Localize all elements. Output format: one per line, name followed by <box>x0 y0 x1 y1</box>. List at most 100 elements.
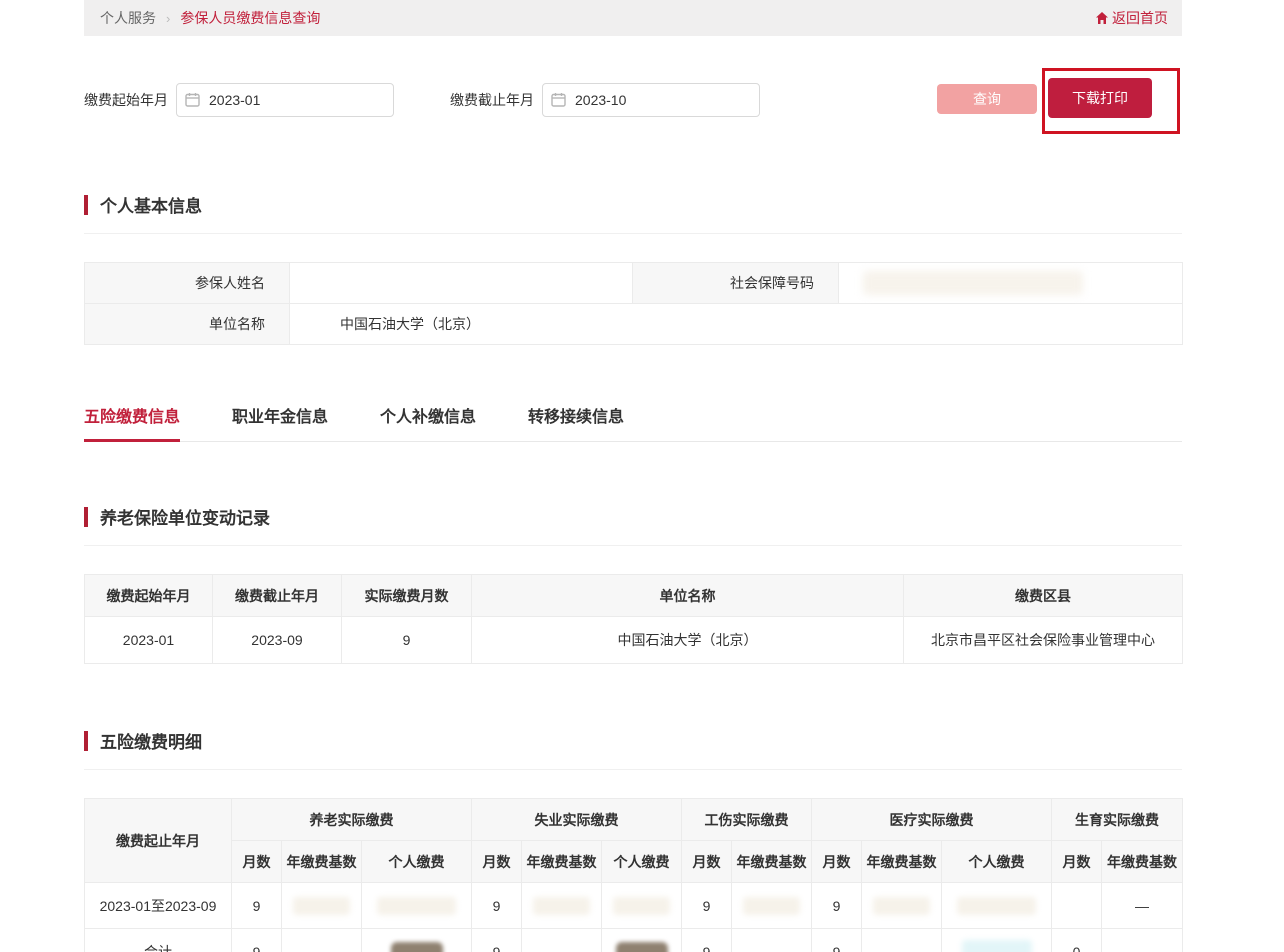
table-row-total: 合计 9 ------ 9 ------ 9 ------ 9 ------ 0… <box>85 929 1183 952</box>
breadcrumb-bar: 个人服务 › 参保人员缴费信息查询 返回首页 <box>84 0 1182 36</box>
personal-cell <box>942 929 1052 952</box>
redacted-value <box>962 940 1032 952</box>
personal-cell <box>362 883 472 929</box>
divider <box>84 233 1182 234</box>
column-header: 月数 <box>472 841 522 883</box>
base-cell: ------ <box>1102 929 1183 952</box>
pension-change-section-title: 养老保险单位变动记录 <box>84 504 1182 529</box>
base-cell: — <box>1102 883 1183 929</box>
social-security-number-value <box>839 263 1183 304</box>
months-cell: 0 <box>1052 929 1102 952</box>
tab-occupational-annuity-info[interactable]: 职业年金信息 <box>232 403 328 441</box>
period-cell: 合计 <box>85 929 232 952</box>
column-header: 月数 <box>232 841 282 883</box>
months-cell: 9 <box>812 883 862 929</box>
start-month-input[interactable] <box>176 83 394 117</box>
base-cell <box>862 883 942 929</box>
column-header: 月数 <box>1052 841 1102 883</box>
end-month-label: 缴费截止年月 <box>450 90 534 110</box>
base-cell <box>522 883 602 929</box>
personal-cell <box>602 883 682 929</box>
redacted-value <box>957 897 1035 915</box>
months-cell <box>1052 883 1102 929</box>
return-home-link[interactable]: 返回首页 <box>1095 8 1168 28</box>
personal-info-section-title: 个人基本信息 <box>84 192 1182 217</box>
start-month-label: 缴费起始年月 <box>84 90 168 110</box>
table-header-row: 缴费起始年月 缴费截止年月 实际缴费月数 单位名称 缴费区县 <box>85 575 1183 617</box>
months-cell: 9 <box>812 929 862 952</box>
personal-cell <box>362 929 472 952</box>
actual-months-cell: 9 <box>342 617 472 664</box>
calendar-icon <box>185 92 200 107</box>
start-month-cell: 2023-01 <box>85 617 213 664</box>
column-header: 个人缴费 <box>942 841 1052 883</box>
column-header: 月数 <box>682 841 732 883</box>
start-month-field <box>176 83 394 117</box>
months-cell: 9 <box>472 929 522 952</box>
period-column-header: 缴费起止年月 <box>85 799 232 883</box>
redacted-value <box>293 897 350 915</box>
base-cell <box>282 883 362 929</box>
employer-cell: 中国石油大学（北京） <box>472 617 904 664</box>
group-header-pension: 养老实际缴费 <box>232 799 472 841</box>
column-header: 缴费区县 <box>904 575 1183 617</box>
redacted-value <box>613 897 670 915</box>
end-month-input[interactable] <box>542 83 760 117</box>
base-cell <box>732 883 812 929</box>
tab-bar: 五险缴费信息 职业年金信息 个人补缴信息 转移接续信息 <box>84 403 1182 442</box>
tab-personal-supplementary-payment-info[interactable]: 个人补缴信息 <box>380 403 476 441</box>
column-header: 个人缴费 <box>362 841 472 883</box>
divider <box>84 545 1182 546</box>
download-print-button[interactable]: 下载打印 <box>1048 78 1152 118</box>
months-cell: 9 <box>232 883 282 929</box>
section-marker <box>84 195 88 215</box>
end-month-field <box>542 83 760 117</box>
breadcrumb-separator-icon: › <box>166 11 170 26</box>
filter-row: 缴费起始年月 缴费截止年月 查询 下载打印 <box>84 80 1182 120</box>
table-row: 2023-01 2023-09 9 中国石油大学（北京） 北京市昌平区社会保险事… <box>85 617 1183 664</box>
column-header: 单位名称 <box>472 575 904 617</box>
redacted-value <box>863 271 1083 295</box>
base-cell: ------ <box>732 929 812 952</box>
breadcrumb-personal-services[interactable]: 个人服务 <box>100 8 156 28</box>
breadcrumb-current-page: 参保人员缴费信息查询 <box>180 8 320 28</box>
breadcrumb: 个人服务 › 参保人员缴费信息查询 <box>100 8 320 28</box>
group-header-medical: 医疗实际缴费 <box>812 799 1052 841</box>
section-marker <box>84 731 88 751</box>
months-cell: 9 <box>232 929 282 952</box>
redacted-value <box>533 897 590 915</box>
column-header: 个人缴费 <box>602 841 682 883</box>
district-cell: 北京市昌平区社会保险事业管理中心 <box>904 617 1183 664</box>
base-cell: ------ <box>522 929 602 952</box>
pension-change-title: 养老保险单位变动记录 <box>100 504 270 529</box>
end-month-cell: 2023-09 <box>213 617 342 664</box>
personal-cell <box>602 929 682 952</box>
column-header: 年缴费基数 <box>282 841 362 883</box>
base-cell: ------ <box>862 929 942 952</box>
redacted-value <box>873 897 930 915</box>
column-header: 年缴费基数 <box>522 841 602 883</box>
group-header-maternity: 生育实际缴费 <box>1052 799 1183 841</box>
page-container: 个人服务 › 参保人员缴费信息查询 返回首页 缴费起始年月 缴费截止年月 查询 <box>84 0 1182 952</box>
months-cell: 9 <box>682 883 732 929</box>
calendar-icon <box>551 92 566 107</box>
column-header: 年缴费基数 <box>862 841 942 883</box>
column-header: 缴费起始年月 <box>85 575 213 617</box>
redacted-value <box>391 942 443 952</box>
months-cell: 9 <box>682 929 732 952</box>
tab-five-insurance-payment-info[interactable]: 五险缴费信息 <box>84 403 180 442</box>
personal-info-table: 参保人姓名 社会保障号码 单位名称 中国石油大学（北京） <box>84 262 1183 345</box>
group-header-unemployment: 失业实际缴费 <box>472 799 682 841</box>
return-home-label: 返回首页 <box>1112 8 1168 28</box>
pension-change-table: 缴费起始年月 缴费截止年月 实际缴费月数 单位名称 缴费区县 2023-01 2… <box>84 574 1183 664</box>
payment-detail-section-title: 五险缴费明细 <box>84 728 1182 753</box>
table-row: 单位名称 中国石油大学（北京） <box>85 304 1183 345</box>
group-header-injury: 工伤实际缴费 <box>682 799 812 841</box>
payment-detail-table: 缴费起止年月 养老实际缴费 失业实际缴费 工伤实际缴费 医疗实际缴费 生育实际缴… <box>84 798 1183 952</box>
query-button[interactable]: 查询 <box>937 84 1037 114</box>
column-header: 实际缴费月数 <box>342 575 472 617</box>
tab-transfer-continuation-info[interactable]: 转移接续信息 <box>528 403 624 441</box>
redacted-value <box>743 897 800 915</box>
table-subheader-row: 月数 年缴费基数 个人缴费 月数 年缴费基数 个人缴费 月数 年缴费基数 月数 … <box>85 841 1183 883</box>
months-cell: 9 <box>472 883 522 929</box>
